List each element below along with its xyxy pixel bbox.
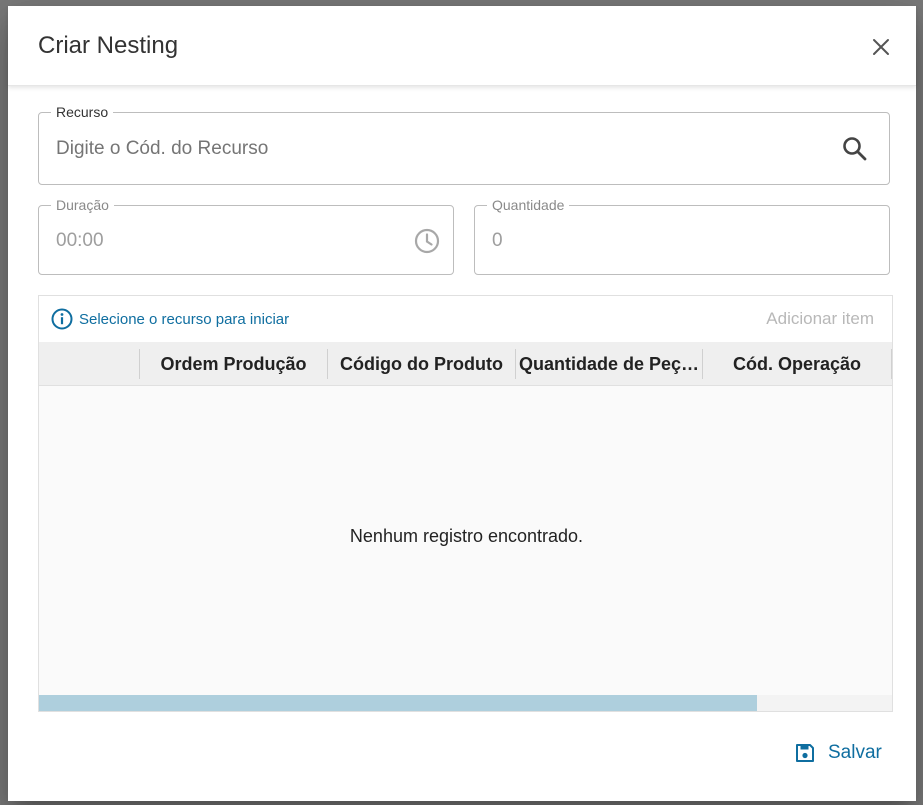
recurso-field[interactable]: Recurso: [38, 104, 890, 185]
grid-header: Ordem Produção Código do Produto Quantid…: [39, 342, 892, 386]
info-icon: [51, 308, 73, 330]
add-item-button[interactable]: Adicionar item: [766, 309, 874, 329]
items-grid: Selecione o recurso para iniciar Adicion…: [38, 295, 893, 712]
close-button[interactable]: [868, 34, 894, 60]
recurso-label: Recurso: [51, 104, 114, 120]
dialog-header: Criar Nesting: [8, 6, 916, 86]
clock-icon: [414, 228, 440, 254]
column-header-ordem-producao[interactable]: Ordem Produção: [140, 342, 327, 386]
column-separator[interactable]: [891, 349, 892, 379]
grid-toolbar: Selecione o recurso para iniciar Adicion…: [39, 296, 892, 342]
info-text: Selecione o recurso para iniciar: [79, 310, 290, 328]
info-message: Selecione o recurso para iniciar: [51, 308, 289, 330]
search-button[interactable]: [841, 135, 869, 163]
save-button[interactable]: Salvar: [794, 742, 882, 764]
empty-message: Nenhum registro encontrado.: [349, 526, 584, 546]
quantidade-value[interactable]: 0: [492, 230, 503, 252]
save-icon: [796, 744, 814, 762]
save-label: Salvar: [828, 742, 882, 763]
clock-button[interactable]: [413, 227, 441, 255]
quantidade-field[interactable]: Quantidade 0: [474, 197, 890, 275]
duracao-field[interactable]: Duração 00:00: [38, 197, 454, 275]
close-icon: [873, 39, 889, 55]
create-nesting-dialog: Criar Nesting Recurso Duração 00:00: [8, 6, 916, 801]
column-header-cod-operacao[interactable]: Cód. Operação: [703, 342, 891, 386]
quantidade-label: Quantidade: [487, 197, 570, 213]
column-header-codigo-produto[interactable]: Código do Produto: [328, 342, 515, 386]
recurso-input[interactable]: [56, 135, 816, 163]
column-header-select[interactable]: [39, 342, 139, 386]
horizontal-scrollbar[interactable]: [39, 695, 892, 711]
duracao-value[interactable]: 00:00: [56, 230, 104, 252]
dialog-title: Criar Nesting: [38, 32, 179, 59]
search-icon: [843, 137, 867, 161]
duracao-label: Duração: [51, 197, 114, 213]
scrollbar-thumb[interactable]: [39, 695, 757, 711]
column-header-quantidade-pecas[interactable]: Quantidade de Peç…: [516, 342, 702, 386]
